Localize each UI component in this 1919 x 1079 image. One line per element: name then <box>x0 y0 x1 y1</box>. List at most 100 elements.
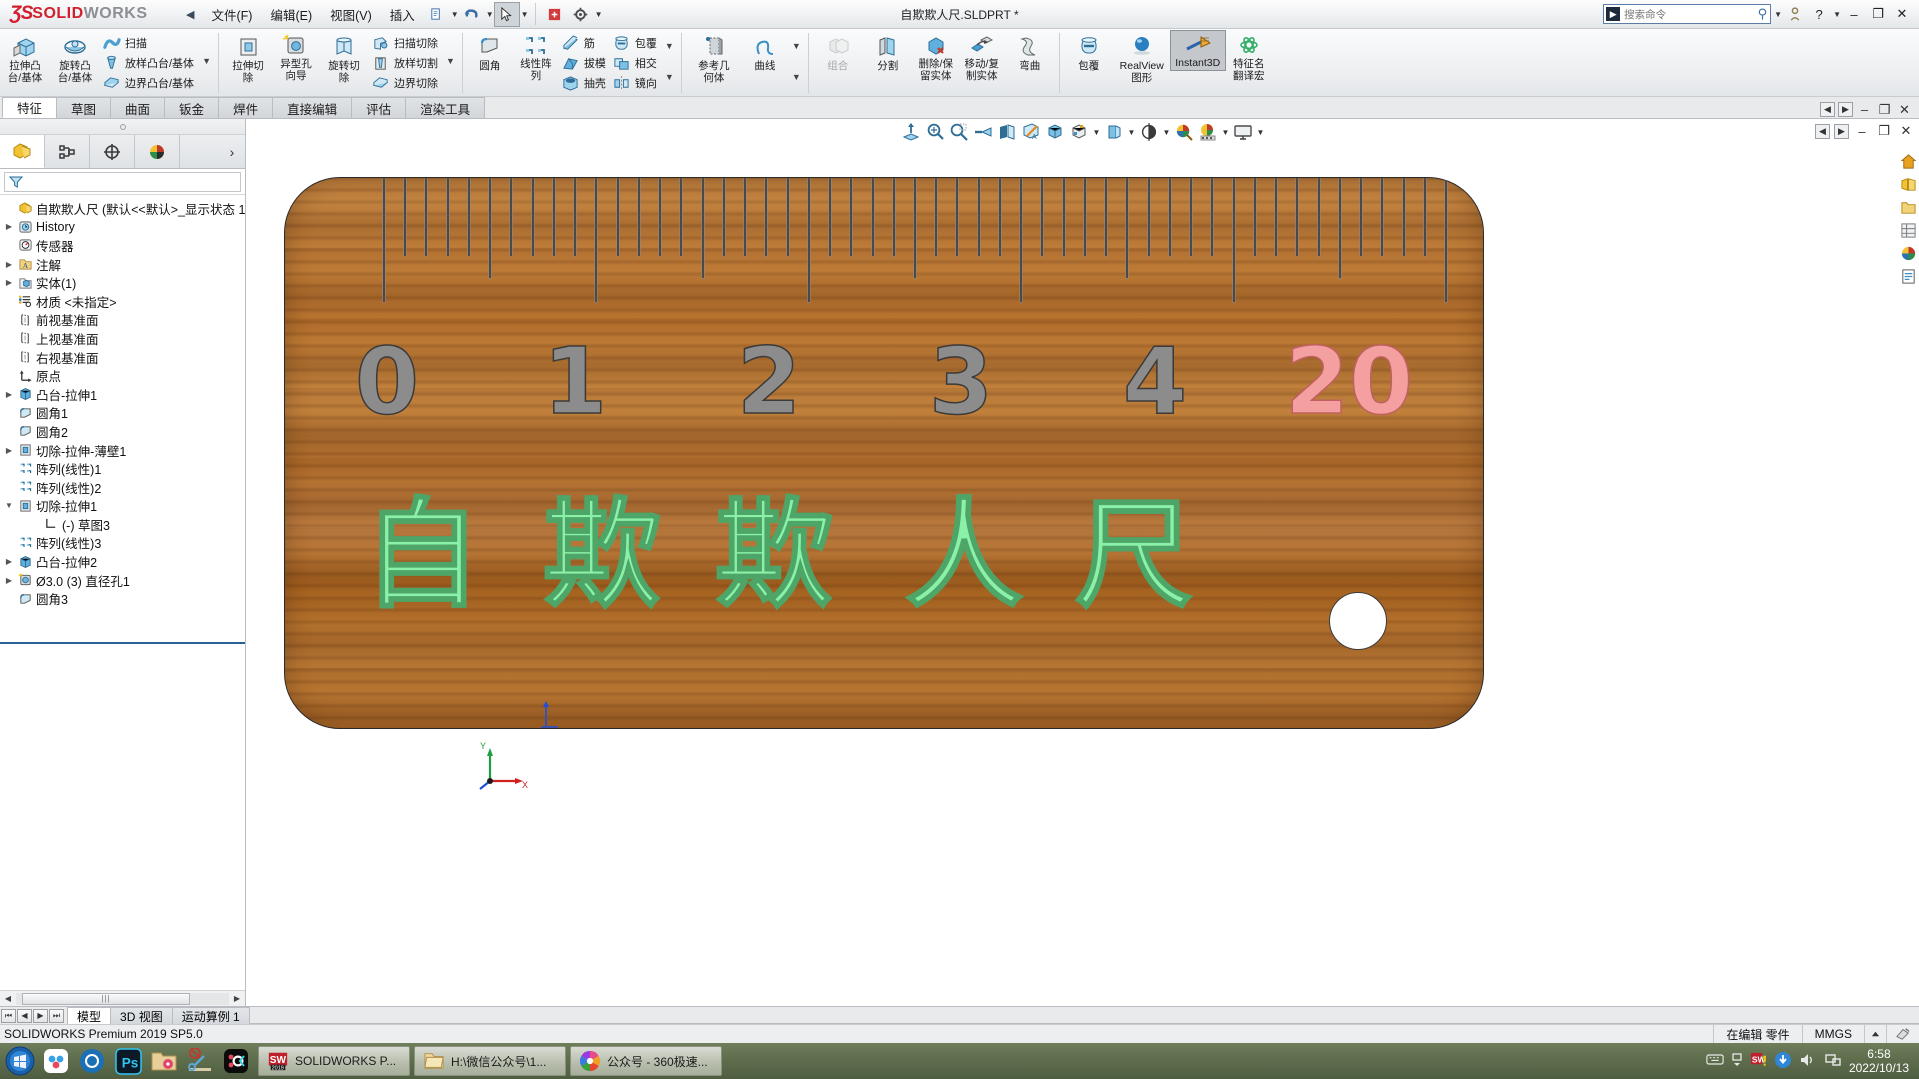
reference-dropdown-caret-1[interactable]: ▼ <box>792 41 801 51</box>
custom-properties-icon[interactable] <box>1898 266 1918 286</box>
zoom-to-fit-icon[interactable] <box>900 121 922 143</box>
zoom-in-out-icon[interactable] <box>948 121 970 143</box>
feature-manager-more-tabs[interactable]: › <box>219 135 245 168</box>
feature-tree-item[interactable]: 原点 <box>0 366 245 385</box>
ribbon-wrap2-button[interactable]: 包覆 <box>1064 30 1114 73</box>
feature-tree-item[interactable]: 圆角3 <box>0 589 245 608</box>
reference-dropdown-caret-2[interactable]: ▼ <box>792 72 801 82</box>
warning-icon[interactable]: SW <box>1750 1051 1767 1071</box>
viewport-layout-caret[interactable]: ▼ <box>1256 128 1265 137</box>
ribbon-lofted-cut-button[interactable]: 放样切割 <box>369 53 442 73</box>
cut-dropdown-caret[interactable]: ▼ <box>446 56 455 66</box>
menu-edit[interactable]: 编辑(E) <box>261 1 321 28</box>
feature-tree-item[interactable]: 上视基准面 <box>0 329 245 348</box>
rebuild-icon[interactable] <box>542 2 568 27</box>
taskbar-explorer-button[interactable]: H:\微信公众号\1... <box>414 1046 566 1076</box>
view-orientation-icon[interactable]: A <box>1020 121 1042 143</box>
home-icon[interactable] <box>1898 151 1918 171</box>
document-minimize-icon[interactable]: – <box>1856 101 1873 118</box>
feature-tree-item[interactable]: 圆角2 <box>0 422 245 441</box>
restore-button[interactable]: ❐ <box>1867 3 1889 25</box>
keyboard-icon[interactable] <box>1706 1053 1724 1069</box>
ribbon-swept-cut-button[interactable]: 扫描切除 <box>369 33 442 53</box>
boss-dropdown-caret[interactable]: ▼ <box>202 56 211 66</box>
doc-tab-motion-study[interactable]: 运动算例 1 <box>171 1007 250 1024</box>
help-caret[interactable]: ▼ <box>1833 10 1841 19</box>
feature-tree-item[interactable]: 右视基准面 <box>0 348 245 367</box>
search-caret[interactable]: ▼ <box>1774 10 1782 19</box>
zoom-to-area-icon[interactable] <box>924 121 946 143</box>
select-tool-icon[interactable] <box>493 1 520 27</box>
feature-tree-item[interactable]: 材质 <未指定> <box>0 292 245 311</box>
ribbon-split-button[interactable]: 分割 <box>863 30 913 73</box>
ribbon-intersect-button[interactable]: 相交 <box>610 53 661 73</box>
ribbon-rib-button[interactable]: 筋 <box>559 33 610 53</box>
doc-tab-3dviews[interactable]: 3D 视图 <box>110 1007 173 1024</box>
ribbon-boundary-button[interactable]: 边界凸台/基体 <box>100 73 198 93</box>
property-manager-tab[interactable] <box>45 135 90 168</box>
tab-next-button[interactable]: ▶ <box>33 1008 48 1023</box>
tab-prev-button[interactable]: ◀ <box>17 1008 32 1023</box>
doc-tab-model[interactable]: 模型 <box>67 1007 112 1024</box>
feature-tree-item[interactable]: 前视基准面 <box>0 311 245 330</box>
status-units-caret[interactable] <box>1864 1024 1886 1044</box>
status-units[interactable]: MMGS <box>1801 1024 1864 1044</box>
graphics-close-icon[interactable]: ✕ <box>1897 122 1915 140</box>
tab-weldments[interactable]: 焊件 <box>218 97 274 118</box>
updater-icon[interactable] <box>1774 1051 1792 1072</box>
feature-tree-item[interactable]: ▶ A 注解 <box>0 255 245 274</box>
panel-splitter[interactable] <box>0 119 245 135</box>
options-gear-icon[interactable] <box>568 2 594 27</box>
graphics-tile-left-icon[interactable]: ◀ <box>1815 123 1830 139</box>
apply-appearance-icon[interactable] <box>1197 121 1219 143</box>
display-manager-tab[interactable] <box>135 135 180 168</box>
ribbon-instant3d-button[interactable]: Instant3D <box>1169 30 1226 71</box>
start-orb-icon[interactable] <box>2 1044 38 1078</box>
search-icon[interactable]: ⚲ <box>1758 6 1771 22</box>
view-settings-icon[interactable] <box>1173 121 1195 143</box>
ribbon-feature-translate-button[interactable]: 特征名 翻译宏 <box>1226 30 1272 82</box>
graphics-minimize-icon[interactable]: – <box>1853 122 1871 140</box>
design-library-icon[interactable] <box>1898 174 1918 194</box>
feature-tree[interactable]: 自欺欺人尺 (默认<<默认>_显示状态 1 ▶ History 传感器 ▶ A 注解 ▶ 实体… <box>0 195 245 990</box>
ribbon-wrap-button[interactable]: 包覆 <box>610 33 661 53</box>
feature-tree-item[interactable]: ▶ 凸台-拉伸1 <box>0 385 245 404</box>
cloud-sync-icon[interactable] <box>38 1044 74 1078</box>
feature-tree-item[interactable]: ▶ History <box>0 218 245 237</box>
hide-show-items-icon[interactable] <box>1068 121 1090 143</box>
ruler-body[interactable]: 0 1 2 3 4 20 自欺欺人尺 <box>284 177 1484 729</box>
previous-view-icon[interactable] <box>972 121 994 143</box>
view-palette-icon[interactable] <box>1898 220 1918 240</box>
menu-expand-arrow[interactable]: ◀ <box>178 8 202 21</box>
taskbar-clock[interactable]: 6:58 2022/10/13 <box>1849 1047 1909 1075</box>
close-button[interactable]: ✕ <box>1891 3 1913 25</box>
user-account-icon[interactable] <box>1784 3 1806 25</box>
feature-tree-item[interactable]: 传感器 <box>0 236 245 255</box>
splitter-handle[interactable] <box>119 123 126 130</box>
ribbon-revolved-cut-button[interactable]: 旋转切除 <box>319 30 369 84</box>
feature-tree-item[interactable]: ▶ 实体(1) <box>0 273 245 292</box>
ribbon-fillet-button[interactable]: 圆角 <box>467 30 513 73</box>
feature-tree-item[interactable]: 阵列(线性)3 <box>0 534 245 553</box>
feature-tree-item[interactable]: ▼ 切除-拉伸1 <box>0 497 245 516</box>
tree-expander[interactable]: ▶ <box>2 278 16 287</box>
ribbon-sweep-button[interactable]: 扫描 <box>100 33 198 53</box>
tree-expander[interactable]: ▶ <box>2 390 16 399</box>
ribbon-draft-button[interactable]: 拔模 <box>559 53 610 73</box>
ribbon-move-copy-body-button[interactable]: 移动/复 制实体 <box>959 30 1005 82</box>
menu-file[interactable]: 文件(F) <box>202 1 261 28</box>
viewport-layout-icon[interactable] <box>1232 121 1254 143</box>
feature-dropdown-caret-1[interactable]: ▼ <box>665 41 674 51</box>
ribbon-curves-button[interactable]: 曲线 <box>742 30 788 73</box>
appearance-caret[interactable]: ▼ <box>1127 128 1136 137</box>
feature-tree-item[interactable]: 阵列(线性)2 <box>0 478 245 497</box>
tree-expander[interactable]: ▶ <box>2 576 16 585</box>
ribbon-linear-pattern-button[interactable]: 线性阵列 <box>513 30 559 82</box>
ribbon-extruded-boss-button[interactable]: 拉伸凸 台/基体 <box>0 30 50 84</box>
feature-tree-item[interactable]: 阵列(线性)1 <box>0 459 245 478</box>
hscroll-thumb[interactable]: ||| <box>22 992 190 1005</box>
edit-appearance-icon[interactable] <box>1103 121 1125 143</box>
menu-view[interactable]: 视图(V) <box>321 1 381 28</box>
graphics-restore-icon[interactable]: ❐ <box>1875 122 1893 140</box>
tab-surfaces[interactable]: 曲面 <box>110 97 166 118</box>
